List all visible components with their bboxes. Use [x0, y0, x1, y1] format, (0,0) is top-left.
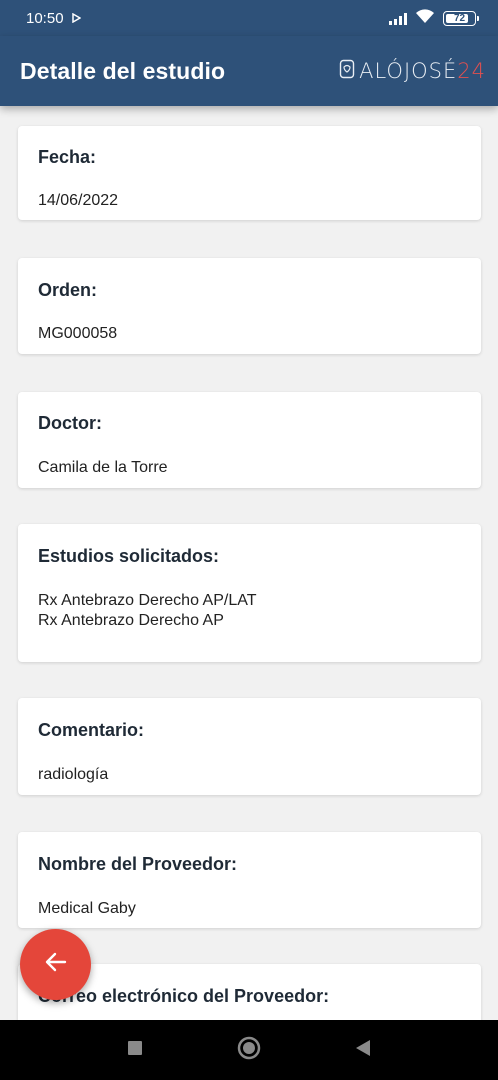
- page-title: Detalle del estudio: [20, 57, 226, 84]
- studies-card: Estudios solicitados: Rx Antebrazo Derec…: [18, 524, 481, 662]
- home-button[interactable]: [237, 1036, 261, 1065]
- comment-label: Comentario:: [38, 720, 145, 740]
- status-bar: 10:50 72: [0, 0, 498, 36]
- status-time: 10:50: [26, 9, 64, 27]
- study-item: Rx Antebrazo Derecho AP/LAT: [38, 592, 257, 609]
- app-bar: Detalle del estudio ALÓJOSÉ24: [0, 36, 498, 106]
- logo-phone-icon: [339, 59, 355, 83]
- recents-button[interactable]: [127, 1040, 143, 1061]
- wifi-icon: [415, 8, 435, 28]
- studies-label: Estudios solicitados:: [38, 546, 220, 566]
- signal-icon: [389, 12, 407, 25]
- comment-card: Comentario: radiología: [18, 698, 481, 795]
- comment-value: radiología: [38, 766, 109, 783]
- provider-name-card: Nombre del Proveedor: Medical Gaby: [18, 832, 481, 928]
- back-nav-button[interactable]: [355, 1039, 371, 1062]
- battery-icon: 72: [443, 10, 479, 26]
- doctor-value: Camila de la Torre: [38, 459, 168, 476]
- system-nav-bar: [0, 1020, 498, 1080]
- date-label: Fecha:: [38, 147, 97, 167]
- back-button[interactable]: [20, 929, 91, 1000]
- doctor-card: Doctor: Camila de la Torre: [18, 392, 481, 488]
- provider-email-label: Correo electrónico del Proveedor:: [38, 986, 330, 1006]
- battery-level: 72: [453, 12, 466, 24]
- media-play-icon: [71, 10, 82, 27]
- study-details: Fecha: 14/06/2022 Orden: MG000058 Doctor…: [0, 106, 498, 1020]
- study-item: Rx Antebrazo Derecho AP: [38, 612, 224, 629]
- order-value: MG000058: [38, 325, 118, 342]
- order-label: Orden:: [38, 280, 98, 300]
- arrow-left-icon: [45, 952, 67, 977]
- logo-text: ALÓJOSÉ24: [359, 59, 486, 83]
- order-card: Orden: MG000058: [18, 258, 481, 354]
- provider-name-label: Nombre del Proveedor:: [38, 854, 238, 874]
- doctor-label: Doctor:: [38, 413, 102, 433]
- date-value: 14/06/2022: [38, 192, 119, 209]
- provider-name-value: Medical Gaby: [38, 900, 136, 917]
- date-card: Fecha: 14/06/2022: [18, 126, 481, 220]
- brand-logo: ALÓJOSÉ24: [339, 59, 486, 83]
